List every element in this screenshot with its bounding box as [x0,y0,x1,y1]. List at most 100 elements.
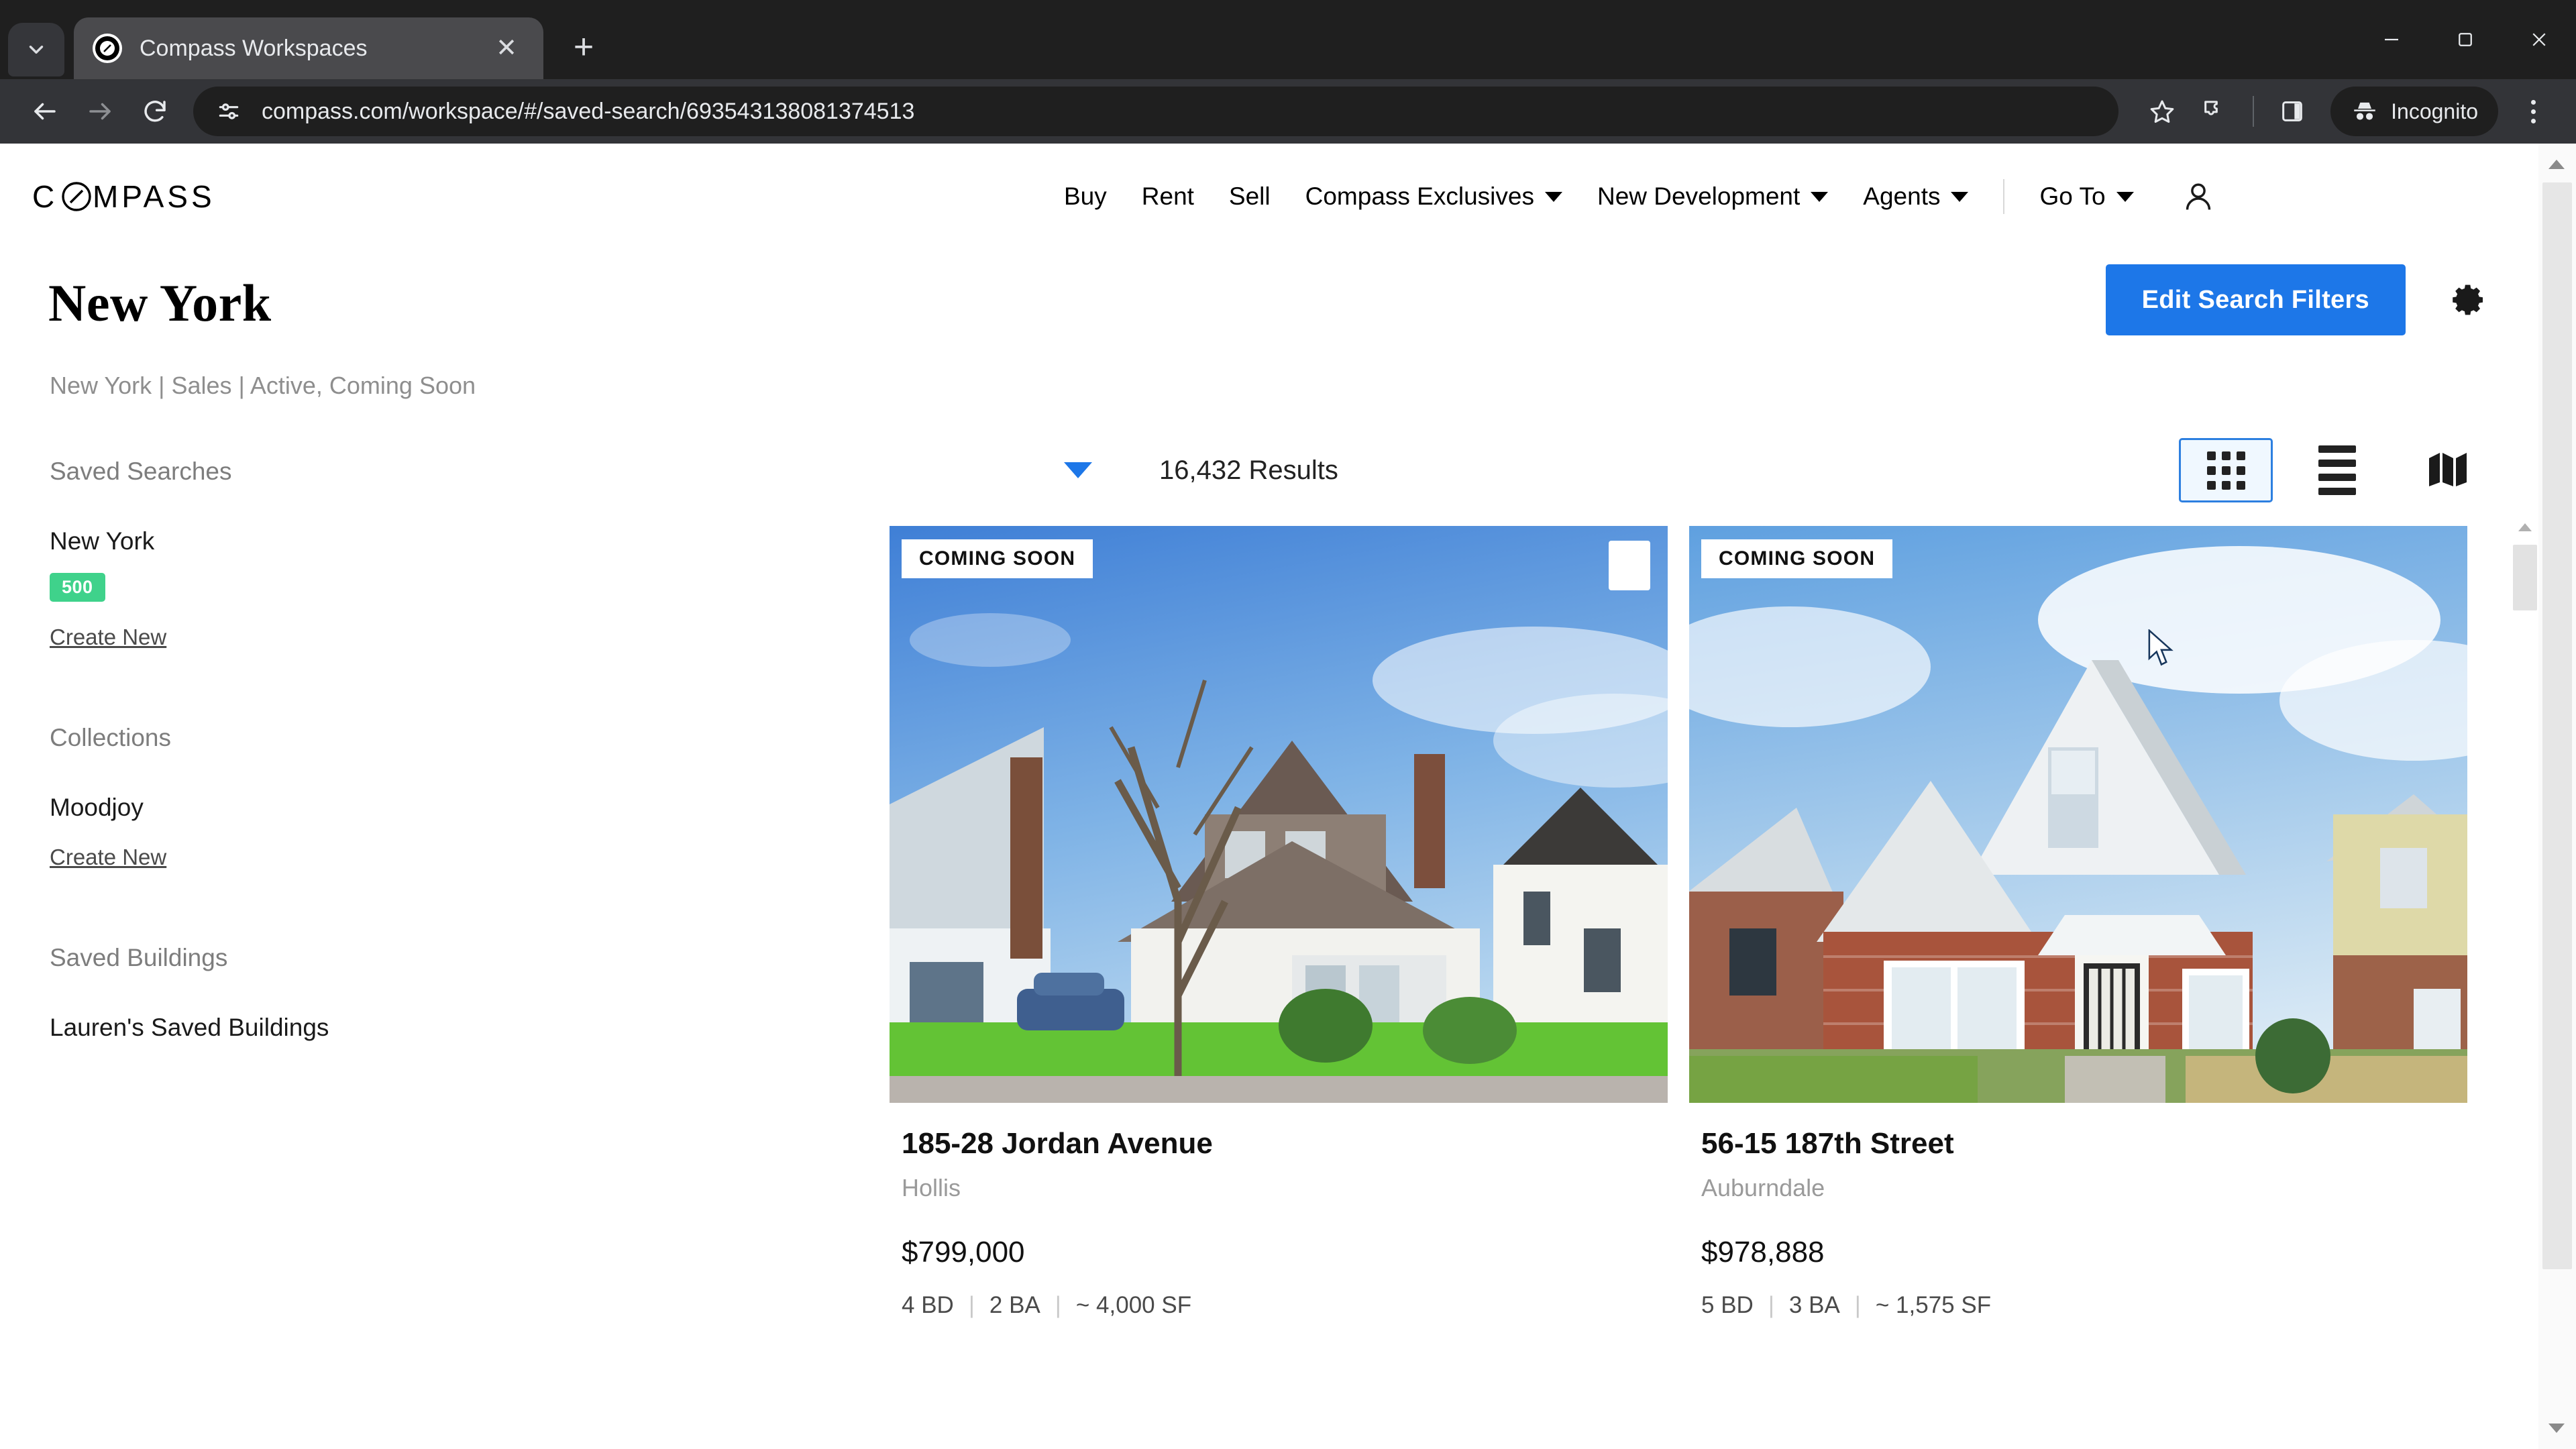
window-close-icon[interactable] [2502,0,2576,79]
scrollbar-thumb[interactable] [2542,182,2572,1269]
sidebar: Saved Searches New York 500 Create New C… [0,433,852,1319]
listing-size: ~ 4,000 SF [1075,1292,1192,1318]
nav-label: Rent [1141,182,1194,210]
listing-beds: 5 BD [1701,1292,1754,1318]
browser-toolbar: compass.com/workspace/#/saved-search/693… [0,79,2576,144]
listing-address[interactable]: 56-15 187th Street [1701,1127,2462,1161]
nav-label: Agents [1863,182,1941,210]
save-listing-icon[interactable] [1609,541,1650,590]
compass-logo-glyph: C MPASS [32,179,212,214]
list-view-icon[interactable] [2290,438,2384,502]
close-icon[interactable]: ✕ [488,30,525,66]
nav-item-compass-exclusives[interactable]: Compass Exclusives [1288,182,1580,211]
three-dot-menu-icon[interactable] [2508,86,2559,137]
listing-photo[interactable]: COMING SOON [890,526,1668,1103]
tab-search-button[interactable] [8,23,64,76]
status-badge: COMING SOON [902,539,1093,578]
view-toggle-group [2161,433,2496,507]
star-icon[interactable] [2136,85,2188,138]
address-bar[interactable]: compass.com/workspace/#/saved-search/693… [193,87,2119,136]
listing-baths: 3 BA [1788,1292,1840,1318]
chevron-down-icon [1811,191,1829,202]
nav-label: Go To [2039,182,2106,210]
listing-details: 185-28 Jordan Avenue Hollis $799,000 4 B… [890,1103,1668,1319]
nav-item-sell[interactable]: Sell [1212,182,1288,211]
tab-strip: Compass Workspaces ✕ + [0,0,2576,79]
side-panel-icon[interactable] [2266,85,2318,138]
browser-tab[interactable]: Compass Workspaces ✕ [74,17,543,79]
nav-label: New Development [1597,182,1801,210]
edit-search-filters-button[interactable]: Edit Search Filters [2105,264,2406,335]
incognito-indicator[interactable]: Incognito [2330,87,2498,136]
listing-price: $978,888 [1701,1236,1825,1269]
page-scrollbar[interactable] [2538,144,2576,1449]
compass-favicon [93,34,122,63]
minimize-icon[interactable] [2355,0,2428,79]
nav-item-go-to[interactable]: Go To [2022,182,2151,211]
nav-label: Compass Exclusives [1305,182,1534,210]
user-avatar-icon[interactable] [2180,178,2217,215]
nav-label: Buy [1064,182,1107,210]
spec-separator: | [1768,1292,1774,1318]
maximize-icon[interactable] [2428,0,2502,79]
window-controls [2355,0,2576,79]
scrollbar-thumb[interactable] [2513,545,2537,610]
listing-card[interactable]: COMING SOON 185-28 Jordan Avenue Hollis … [890,526,1668,1319]
create-new-collection-link[interactable]: Create New [50,845,166,870]
sidebar-section-collections: Collections Moodjoy Create New [50,724,852,870]
page-title-row: New York Edit Search Filters [0,264,2538,342]
sidebar-item-moodjoy[interactable]: Moodjoy [50,794,852,822]
tune-settings-icon[interactable] [213,96,244,127]
map-view-icon[interactable] [2402,438,2496,502]
sidebar-section-saved-buildings: Saved Buildings Lauren's Saved Buildings [50,944,852,1042]
listing-photo-illustration [1689,526,2467,1103]
sidebar-section-saved-searches: Saved Searches New York 500 Create New [50,458,852,650]
listing-neighborhood: Auburndale [1701,1174,1825,1201]
nav-item-new-development[interactable]: New Development [1580,182,1845,211]
scroll-up-icon[interactable] [2548,160,2565,169]
listing-specs: 5 BD | 3 BA | ~ 1,575 SF [1701,1292,2462,1319]
arrow-left-icon[interactable] [17,84,72,139]
arrow-right-icon[interactable] [72,84,127,139]
search-breadcrumb: New York | Sales | Active, Coming Soon [50,372,476,399]
incognito-label: Incognito [2391,99,2478,123]
grid-view-icon[interactable] [2179,438,2273,502]
create-new-saved-search-link[interactable]: Create New [50,625,166,650]
nav-item-buy[interactable]: Buy [1046,182,1124,211]
spec-separator: | [1055,1292,1061,1318]
page-viewport: C MPASS Buy Rent Sell Compass Exclusives… [0,144,2576,1449]
gear-icon[interactable] [2436,268,2501,332]
reload-icon[interactable] [127,84,182,139]
scroll-down-icon[interactable] [2548,1424,2565,1433]
listing-photo-illustration [890,526,1668,1103]
nav-item-rent[interactable]: Rent [1124,182,1212,211]
plus-icon[interactable]: + [559,23,608,71]
compass-favicon-glyph [95,36,119,60]
listing-grid: COMING SOON 185-28 Jordan Avenue Hollis … [852,526,2501,1319]
chevron-down-icon[interactable] [1064,462,1092,478]
sidebar-item-laurens-saved-buildings[interactable]: Lauren's Saved Buildings [50,1014,852,1042]
url-text: compass.com/workspace/#/saved-search/693… [262,98,915,124]
results-panel: 16,432 Results COMING SOON 185-28 Jordan… [852,433,2538,1449]
results-scrollbar[interactable] [2512,514,2538,1449]
main-nav: Buy Rent Sell Compass Exclusives New Dev… [1046,168,2217,225]
scroll-up-icon[interactable] [2518,523,2532,531]
results-toolbar: 16,432 Results [852,433,2501,507]
mouse-cursor [2146,628,2177,672]
results-count: 16,432 Results [1159,455,1338,485]
spec-separator: | [1854,1292,1861,1318]
browser-window: Compass Workspaces ✕ + compass.com/works… [0,0,2576,1449]
extensions-puzzle-icon[interactable] [2188,85,2241,138]
listing-beds: 4 BD [902,1292,954,1318]
listing-address[interactable]: 185-28 Jordan Avenue [902,1127,1662,1161]
compass-logo[interactable]: C MPASS [32,179,233,214]
status-badge: COMING SOON [1701,539,1893,578]
chevron-down-icon [1544,191,1562,202]
sidebar-item-new-york[interactable]: New York 500 [50,527,852,602]
nav-item-agents[interactable]: Agents [1845,182,1986,211]
saved-search-label: New York [50,527,155,555]
sidebar-heading-collections: Collections [50,724,171,751]
listing-card[interactable]: COMING SOON 56-15 187th Street Auburndal… [1689,526,2467,1319]
sidebar-heading-saved-buildings: Saved Buildings [50,944,228,971]
listing-photo[interactable]: COMING SOON [1689,526,2467,1103]
